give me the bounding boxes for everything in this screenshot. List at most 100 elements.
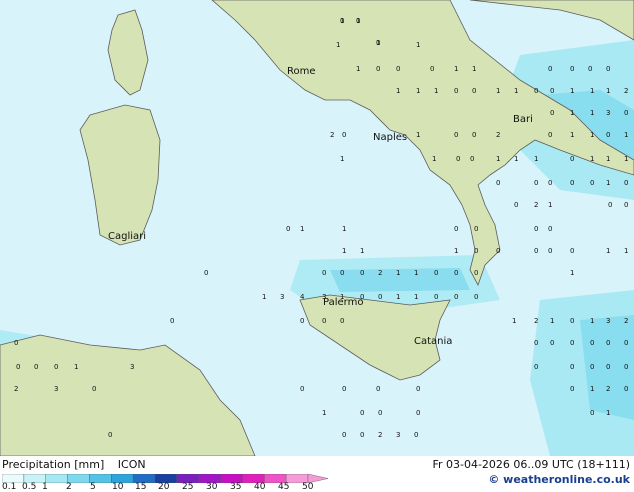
precip-value-label: 1 bbox=[414, 269, 419, 277]
precip-value-label: 0 bbox=[322, 317, 327, 325]
legend-tick-label: 15 bbox=[135, 482, 147, 492]
precip-value-label: 4 bbox=[300, 293, 305, 301]
precip-value-label: 0 bbox=[606, 65, 611, 73]
precip-value-label: 1 bbox=[550, 317, 555, 325]
legend-tick-label: 0.1 bbox=[2, 482, 17, 492]
legend-tick-label: 1 bbox=[42, 482, 48, 492]
precip-value-label: 1 bbox=[606, 409, 611, 417]
precip-value-label: 0 bbox=[454, 87, 459, 95]
precip-value-label: 0 bbox=[606, 363, 611, 371]
city-label: Bari bbox=[513, 114, 533, 125]
precip-value-label: 0 bbox=[378, 409, 383, 417]
precip-value-label: 1 bbox=[342, 225, 347, 233]
precip-value-label: 3 bbox=[322, 293, 327, 301]
precip-value-label: 0 bbox=[534, 179, 539, 187]
credit-link[interactable]: © weatheronline.co.uk bbox=[488, 473, 630, 486]
precip-value-label: 3 bbox=[606, 109, 611, 117]
precip-value-label: 1 bbox=[624, 131, 629, 139]
precip-value-label: 1 bbox=[396, 293, 401, 301]
precip-value-label: 0 bbox=[378, 293, 383, 301]
precip-value-label: 2 bbox=[330, 131, 335, 139]
precip-value-label: 1 bbox=[624, 155, 629, 163]
city-label: Cagliari bbox=[108, 231, 147, 242]
precip-value-label: 1 bbox=[322, 409, 327, 417]
precip-value-label: 0 bbox=[472, 87, 477, 95]
precip-value-label: 0 bbox=[204, 269, 209, 277]
legend-model: ICON bbox=[117, 458, 146, 471]
precip-value-label: 0 bbox=[356, 17, 361, 25]
precip-value-label: 1 bbox=[590, 317, 595, 325]
precip-value-label: 1 bbox=[548, 201, 553, 209]
precip-value-label: 0 bbox=[340, 269, 345, 277]
precip-value-label: 0 bbox=[624, 109, 629, 117]
precip-value-label: 0 bbox=[376, 385, 381, 393]
legend-tick-label: 10 bbox=[112, 482, 124, 492]
precip-value-label: 0 bbox=[624, 363, 629, 371]
precip-value-label: 0 bbox=[322, 269, 327, 277]
precip-value-label: 0 bbox=[624, 339, 629, 347]
legend-tick-label: 25 bbox=[182, 482, 194, 492]
precip-value-label: 0 bbox=[570, 65, 575, 73]
precip-value-label: 2 bbox=[378, 431, 383, 439]
precip-value-label: 0 bbox=[624, 385, 629, 393]
precip-value-label: 1 bbox=[300, 225, 305, 233]
legend-swatch bbox=[45, 474, 68, 483]
precip-value-label: 0 bbox=[434, 269, 439, 277]
precip-value-label: 1 bbox=[74, 363, 79, 371]
precip-value-label: 0 bbox=[360, 293, 365, 301]
precip-value-label: 1 bbox=[416, 131, 421, 139]
precip-value-label: 1 bbox=[590, 385, 595, 393]
precip-value-label: 0 bbox=[496, 179, 501, 187]
precip-value-label: 0 bbox=[534, 225, 539, 233]
precip-value-label: 0 bbox=[548, 179, 553, 187]
precipitation-map: Rome Bari Naples Cagliari Palermo Catani… bbox=[0, 0, 634, 490]
legend-tick-label: 35 bbox=[230, 482, 242, 492]
precip-value-label: 0 bbox=[300, 385, 305, 393]
precip-value-label: 0 bbox=[570, 247, 575, 255]
precip-value-label: 0 bbox=[170, 317, 175, 325]
precip-value-label: 0 bbox=[588, 65, 593, 73]
precip-value-label: 3 bbox=[130, 363, 135, 371]
precip-value-label: 0 bbox=[548, 247, 553, 255]
precip-value-label: 0 bbox=[606, 339, 611, 347]
precip-value-label: 0 bbox=[342, 385, 347, 393]
legend-title: Precipitation [mm] ICON bbox=[2, 458, 146, 471]
precip-value-label: 0 bbox=[548, 65, 553, 73]
precip-value-label: 2 bbox=[606, 385, 611, 393]
legend-tick-label: 0.5 bbox=[22, 482, 37, 492]
precip-value-label: 1 bbox=[336, 41, 341, 49]
precip-value-label: 1 bbox=[434, 87, 439, 95]
precip-value-label: 2 bbox=[378, 269, 383, 277]
precip-value-label: 1 bbox=[606, 179, 611, 187]
precip-value-label: 0 bbox=[590, 339, 595, 347]
precip-value-label: 0 bbox=[342, 431, 347, 439]
city-label: Catania bbox=[414, 336, 453, 347]
precip-value-label: 1 bbox=[340, 155, 345, 163]
precip-value-label: 0 bbox=[416, 409, 421, 417]
precip-value-label: 0 bbox=[474, 247, 479, 255]
precip-value-label: 0 bbox=[300, 317, 305, 325]
legend-tick-label: 30 bbox=[206, 482, 218, 492]
precip-value-label: 1 bbox=[606, 247, 611, 255]
precip-value-label: 0 bbox=[534, 247, 539, 255]
precip-value-label: 0 bbox=[286, 225, 291, 233]
precip-value-label: 2 bbox=[624, 87, 629, 95]
precip-value-label: 0 bbox=[570, 179, 575, 187]
precip-value-label: 0 bbox=[472, 131, 477, 139]
legend-tick-label: 5 bbox=[90, 482, 96, 492]
precip-value-label: 1 bbox=[454, 247, 459, 255]
precip-value-label: 1 bbox=[360, 247, 365, 255]
precip-value-label: 1 bbox=[590, 109, 595, 117]
legend-tick-label: 2 bbox=[66, 482, 72, 492]
legend-tick-label: 20 bbox=[158, 482, 170, 492]
precip-value-label: 1 bbox=[416, 87, 421, 95]
precip-value-label: 0 bbox=[590, 409, 595, 417]
precip-value-label: 3 bbox=[606, 317, 611, 325]
precip-value-label: 0 bbox=[430, 65, 435, 73]
precip-value-label: 0 bbox=[416, 385, 421, 393]
precip-value-label: 1 bbox=[570, 269, 575, 277]
precip-value-label: 0 bbox=[570, 385, 575, 393]
precip-value-label: 2 bbox=[496, 131, 501, 139]
precip-value-label: 1 bbox=[534, 155, 539, 163]
city-label: Rome bbox=[287, 66, 316, 77]
